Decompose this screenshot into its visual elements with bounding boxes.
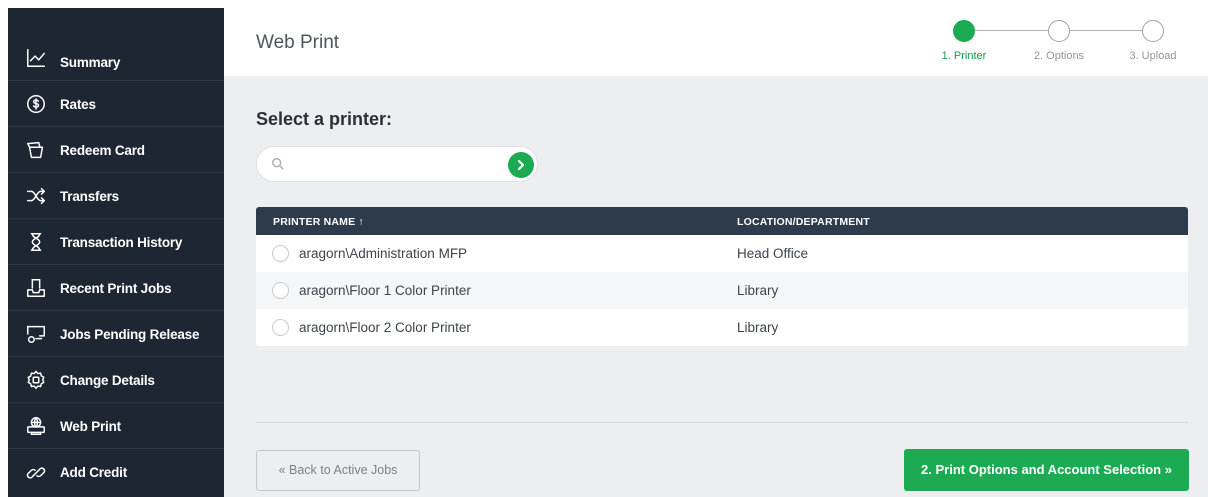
- page-title: Web Print: [256, 32, 340, 53]
- search-go-button[interactable]: [508, 152, 534, 178]
- hourglass-icon: [24, 230, 48, 254]
- step-3-label: 3. Upload: [1129, 50, 1177, 62]
- shuffle-icon: [24, 184, 48, 208]
- sidebar-item-web-print[interactable]: Web Print: [8, 404, 224, 449]
- inbox-tray-icon: [24, 276, 48, 300]
- sidebar-item-label: Transfers: [60, 188, 119, 204]
- progress-stepper: 1. Printer 2. Options 3. Upload: [942, 20, 1184, 70]
- sidebar-item-rates[interactable]: Rates: [8, 82, 224, 127]
- cards-icon: [24, 138, 48, 162]
- sidebar-item-label: Redeem Card: [60, 142, 145, 158]
- step-2-indicator: [1048, 20, 1070, 42]
- sidebar-item-label: Add Credit: [60, 465, 127, 480]
- printer-search: [256, 146, 538, 182]
- step-1-label: 1. Printer: [941, 50, 987, 62]
- printer-name-cell: aragorn\Floor 1 Color Printer: [299, 283, 471, 298]
- sidebar-item-label: Summary: [60, 55, 121, 70]
- pending-release-icon: [24, 322, 48, 346]
- sidebar-item-label: Recent Print Jobs: [60, 280, 172, 296]
- dollar-circle-icon: [24, 92, 48, 116]
- table-row[interactable]: aragorn\Floor 1 Color Printer Library: [256, 272, 1188, 309]
- page-header: Web Print 1. Printer 2. Options 3. Uploa…: [224, 8, 1208, 76]
- printer-table: PRINTER NAME ↑ LOCATION/DEPARTMENT arago…: [256, 207, 1188, 346]
- column-header-printer-name[interactable]: PRINTER NAME ↑: [273, 216, 364, 228]
- step-3-indicator: [1142, 20, 1164, 42]
- sidebar-item-label: Jobs Pending Release: [60, 326, 200, 342]
- sidebar-item-transfers[interactable]: Transfers: [8, 174, 224, 219]
- sidebar-item-label: Transaction History: [60, 234, 183, 250]
- table-header: PRINTER NAME ↑ LOCATION/DEPARTMENT: [256, 207, 1188, 235]
- chart-line-icon: [24, 46, 48, 70]
- step-2-label: 2. Options: [1033, 50, 1085, 62]
- step-connector: [975, 30, 1048, 31]
- printer-globe-icon: [24, 414, 48, 438]
- sidebar-item-label: Web Print: [60, 418, 121, 434]
- sidebar-item-add-credit[interactable]: Add Credit: [8, 450, 224, 495]
- step-1-indicator: [953, 20, 975, 42]
- sidebar-item-summary[interactable]: Summary: [8, 8, 224, 81]
- sidebar-item-transaction-history[interactable]: Transaction History: [8, 220, 224, 265]
- step-connector: [1069, 30, 1142, 31]
- column-header-location[interactable]: LOCATION/DEPARTMENT: [737, 216, 870, 228]
- printer-radio[interactable]: [272, 319, 289, 336]
- printer-radio[interactable]: [272, 245, 289, 262]
- location-cell: Library: [737, 320, 779, 335]
- sidebar-item-label: Rates: [60, 96, 96, 112]
- printer-name-cell: aragorn\Floor 2 Color Printer: [299, 320, 471, 335]
- search-icon: [271, 157, 287, 173]
- sidebar: Summary Rates Redeem Card Transfers Tran…: [8, 8, 224, 497]
- search-input[interactable]: [295, 155, 495, 175]
- location-cell: Head Office: [737, 246, 809, 261]
- print-options-next-button[interactable]: 2. Print Options and Account Selection »: [904, 449, 1189, 491]
- section-title: Select a printer:: [256, 109, 393, 129]
- link-chain-icon: [24, 461, 48, 485]
- sidebar-item-change-details[interactable]: Change Details: [8, 358, 224, 403]
- main-content: Select a printer: PRINTER NAME ↑ LOCATIO…: [224, 76, 1208, 497]
- table-row[interactable]: aragorn\Administration MFP Head Office: [256, 235, 1188, 272]
- settings-gear-icon: [24, 368, 48, 392]
- printer-name-cell: aragorn\Administration MFP: [299, 246, 468, 261]
- printer-radio[interactable]: [272, 282, 289, 299]
- back-to-active-jobs-button[interactable]: « Back to Active Jobs: [256, 450, 420, 491]
- sidebar-item-jobs-pending-release[interactable]: Jobs Pending Release: [8, 312, 224, 357]
- table-row[interactable]: aragorn\Floor 2 Color Printer Library: [256, 309, 1188, 346]
- sidebar-item-redeem-card[interactable]: Redeem Card: [8, 128, 224, 173]
- location-cell: Library: [737, 283, 779, 298]
- divider: [256, 422, 1188, 423]
- sidebar-item-label: Change Details: [60, 372, 155, 388]
- sidebar-item-recent-print-jobs[interactable]: Recent Print Jobs: [8, 266, 224, 311]
